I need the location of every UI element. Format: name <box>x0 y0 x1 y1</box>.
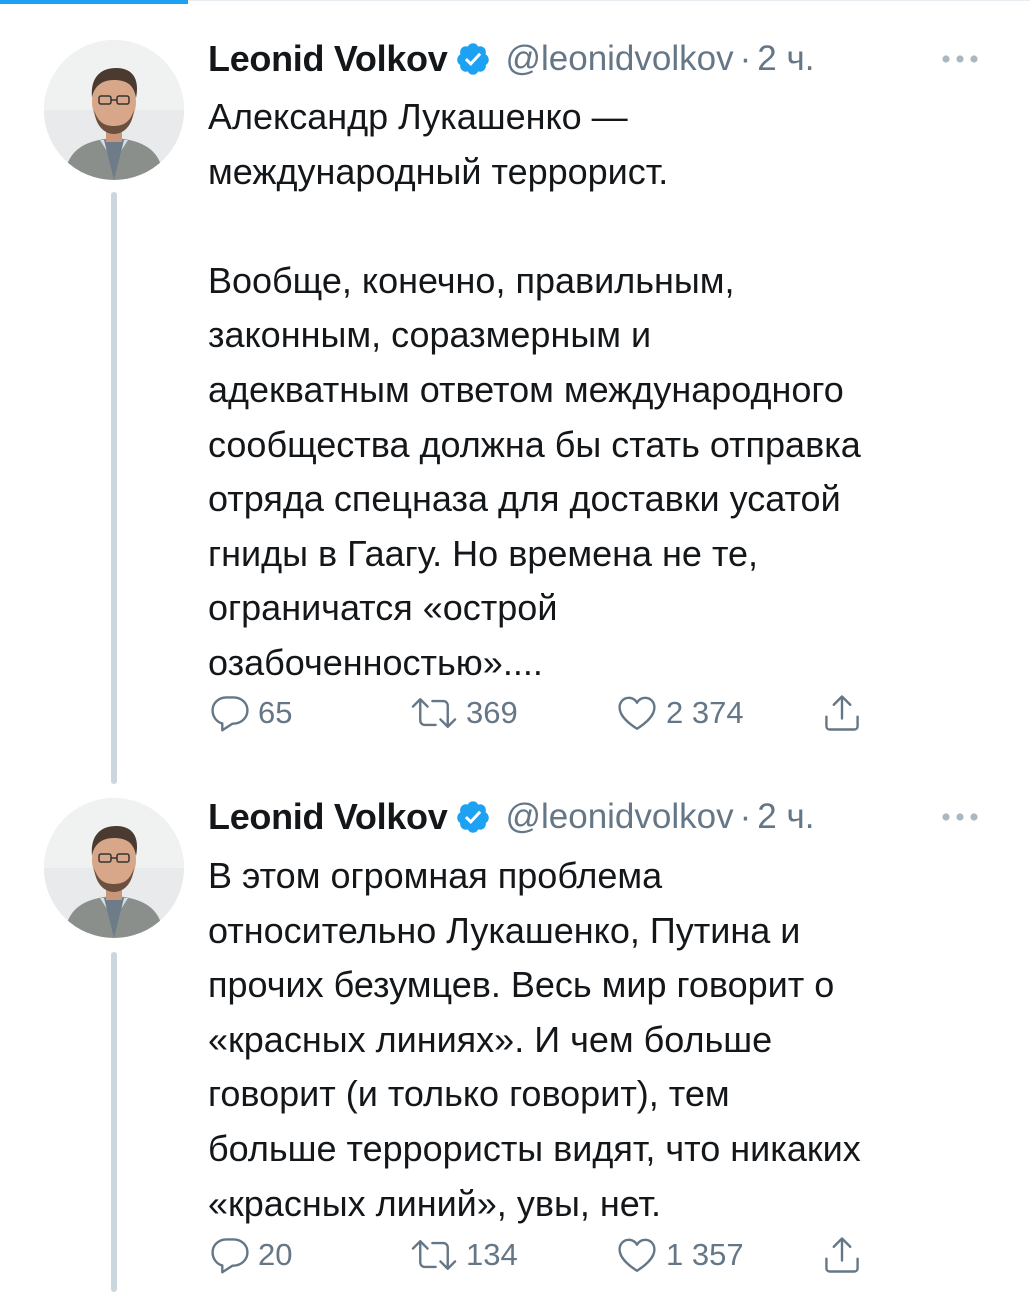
retweet-count: 134 <box>466 1237 518 1272</box>
tweet-text: В этом огромная проблема относительно Лу… <box>208 855 861 1224</box>
verified-badge-icon <box>455 799 491 835</box>
like-button[interactable]: 2 374 <box>614 688 744 738</box>
tweet-header: Leonid Volkov @leonidvolkov · 2 ч. <box>208 792 990 842</box>
more-dots-icon[interactable] <box>940 42 980 76</box>
like-button[interactable]: 1 357 <box>614 1230 744 1280</box>
author-handle[interactable]: @leonidvolkov <box>505 39 733 79</box>
reply-count: 65 <box>258 695 293 730</box>
retweet-count: 369 <box>466 695 518 730</box>
avatar[interactable] <box>44 40 184 180</box>
reply-button[interactable]: 20 <box>208 1230 292 1280</box>
reply-button[interactable]: 65 <box>208 688 292 738</box>
tweet-timestamp[interactable]: 2 ч. <box>757 39 814 79</box>
reply-bubble-icon <box>208 1233 252 1277</box>
tweet-actions: 20 134 1 357 <box>208 1230 908 1280</box>
tweet-actions: 65 369 2 374 <box>208 688 908 738</box>
tweet-text: Александр Лукашенко — международный терр… <box>208 96 861 683</box>
thread-connector-line <box>111 952 117 1292</box>
heart-icon <box>614 691 660 735</box>
share-arrow-icon <box>820 691 864 735</box>
tweet[interactable]: Leonid Volkov @leonidvolkov · 2 ч. Алекс… <box>0 0 1030 784</box>
reply-bubble-icon <box>208 691 252 735</box>
share-button[interactable] <box>820 688 864 738</box>
retweet-button[interactable]: 369 <box>408 688 518 738</box>
share-arrow-icon <box>820 1233 864 1277</box>
avatar[interactable] <box>44 798 184 938</box>
separator-dot: · <box>739 39 752 78</box>
share-button[interactable] <box>820 1230 864 1280</box>
retweet-button[interactable]: 134 <box>408 1230 518 1280</box>
author-handle[interactable]: @leonidvolkov <box>505 797 733 837</box>
retweet-arrows-icon <box>408 691 460 735</box>
like-count: 1 357 <box>666 1237 744 1272</box>
author-name[interactable]: Leonid Volkov <box>208 796 448 838</box>
tweet[interactable]: Leonid Volkov @leonidvolkov · 2 ч. В это… <box>0 780 1030 1292</box>
tweet-header: Leonid Volkov @leonidvolkov · 2 ч. <box>208 34 990 84</box>
more-dots-icon[interactable] <box>940 800 980 834</box>
thread-connector-line <box>111 192 117 784</box>
reply-count: 20 <box>258 1237 293 1272</box>
like-count: 2 374 <box>666 695 744 730</box>
retweet-arrows-icon <box>408 1233 460 1277</box>
heart-icon <box>614 1233 660 1277</box>
tweet-timestamp[interactable]: 2 ч. <box>757 797 814 837</box>
author-name[interactable]: Leonid Volkov <box>208 38 448 80</box>
verified-badge-icon <box>455 41 491 77</box>
separator-dot: · <box>739 797 752 836</box>
